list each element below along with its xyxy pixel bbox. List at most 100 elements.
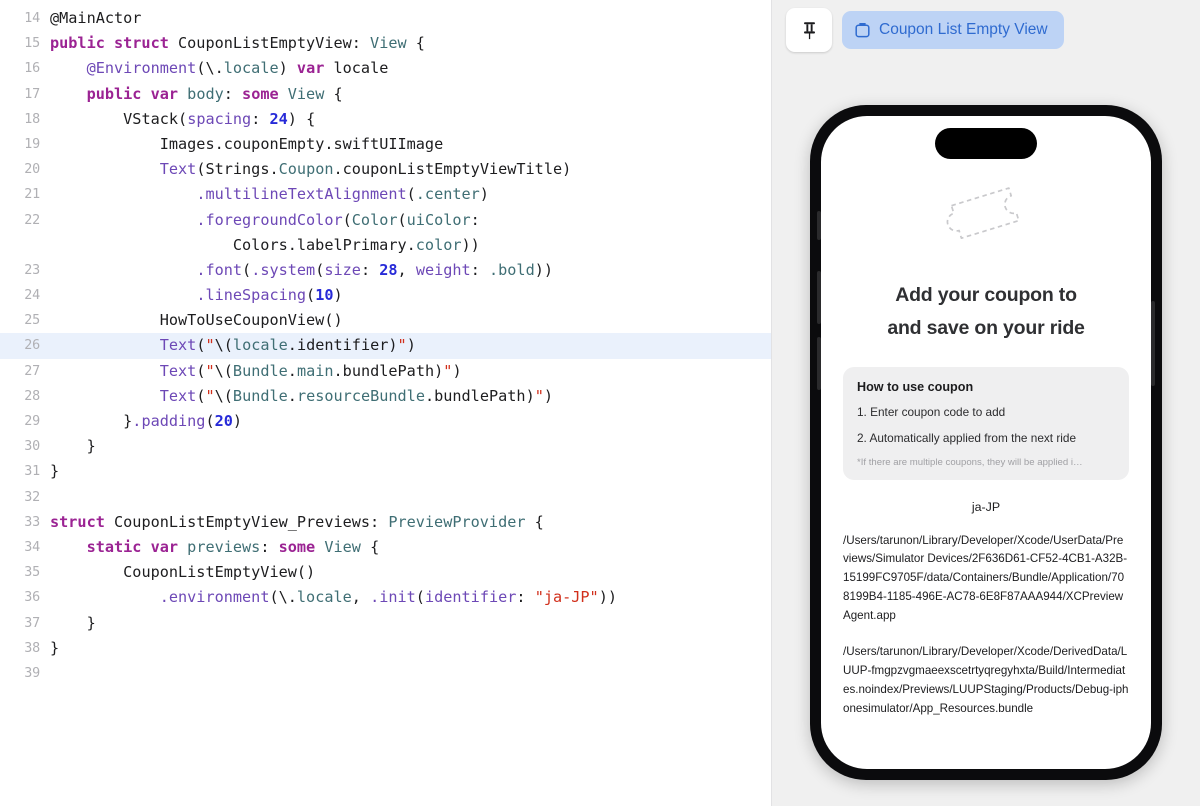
line-number: 32 bbox=[24, 489, 40, 505]
code-text: Colors.labelPrimary.color)) bbox=[232, 235, 480, 254]
code-line[interactable]: 36 .environment(\.locale, .init(identifi… bbox=[0, 585, 771, 610]
code-lines[interactable]: 14 @MainActor 15 public struct CouponListEm… bbox=[0, 6, 771, 686]
code-line[interactable]: 28 Text("\(Bundle.resourceBundle.bundleP… bbox=[0, 384, 771, 409]
line-number: 31 bbox=[24, 464, 40, 480]
code-line[interactable]: 39 bbox=[0, 661, 771, 686]
empty-state-title: Add your coupon to and save on your ride bbox=[887, 279, 1085, 345]
code-text: Text(Strings.Coupon.couponListEmptyViewT… bbox=[159, 160, 572, 179]
bundle-main-path-text: /Users/tarunon/Library/Developer/Xcode/U… bbox=[843, 533, 1128, 622]
line-number: 38 bbox=[24, 640, 40, 656]
line-number: 25 bbox=[24, 313, 40, 329]
code-text: @MainActor bbox=[50, 9, 142, 27]
line-number: 30 bbox=[24, 439, 40, 455]
code-text: CouponListEmptyView() bbox=[123, 563, 316, 582]
code-line[interactable]: 22 .foregroundColor(Color(uiColor: bbox=[0, 208, 771, 233]
code-line[interactable]: 18 VStack(spacing: 24) { bbox=[0, 107, 771, 132]
preview-toolbar: Coupon List Empty View bbox=[786, 8, 1064, 52]
xcode-preview-window: 14 @MainActor 15 public struct CouponListEm… bbox=[0, 0, 1200, 806]
line-number: 24 bbox=[24, 288, 40, 304]
code-text: VStack(spacing: 24) { bbox=[123, 109, 316, 128]
how-to-use-coupon-title: How to use coupon bbox=[857, 379, 974, 394]
line-number: 37 bbox=[24, 615, 40, 631]
code-line[interactable]: 16 @Environment(\.locale) var locale bbox=[0, 56, 771, 81]
code-text: .font(.system(size: 28, weight: .bold)) bbox=[196, 260, 554, 279]
code-line[interactable]: 35 CouponListEmptyView() bbox=[0, 560, 771, 585]
line-number: 28 bbox=[24, 388, 40, 404]
code-text: .environment(\.locale, .init(identifier:… bbox=[159, 588, 617, 607]
line-number: 17 bbox=[24, 86, 40, 102]
line-number: 14 bbox=[24, 11, 40, 26]
how-to-use-coupon-step-2: 2. Automatically applied from the next r… bbox=[857, 430, 1077, 445]
code-line[interactable]: 30 } bbox=[0, 434, 771, 459]
iphone-frame: Add your coupon to and save on your ride… bbox=[810, 105, 1162, 780]
code-line[interactable]: 27 Text("\(Bundle.main.bundlePath)") bbox=[0, 359, 771, 384]
code-text: struct CouponListEmptyView_Previews: Pre… bbox=[50, 512, 544, 531]
code-text: Text("\(locale.identifier)") bbox=[159, 336, 416, 355]
code-text: } bbox=[50, 462, 60, 481]
code-line[interactable]: 21 .multilineTextAlignment(.center) bbox=[0, 182, 771, 207]
code-text: Text("\(Bundle.main.bundlePath)") bbox=[159, 361, 462, 380]
code-line[interactable]: 23 .font(.system(size: 28, weight: .bold… bbox=[0, 258, 771, 283]
preview-tab-label: Coupon List Empty View bbox=[879, 21, 1048, 38]
line-number: 27 bbox=[24, 363, 40, 379]
code-text: static var previews: some View { bbox=[86, 537, 380, 556]
line-number: 15 bbox=[24, 36, 40, 52]
code-text: .multilineTextAlignment(.center) bbox=[196, 185, 489, 204]
code-text: Text("\(Bundle.resourceBundle.bundlePath… bbox=[159, 386, 554, 405]
code-text: } bbox=[50, 613, 96, 632]
code-line[interactable]: Colors.labelPrimary.color)) bbox=[0, 233, 771, 258]
how-to-use-coupon-note: *If there are multiple coupons, they wil… bbox=[857, 456, 1083, 468]
line-number: 29 bbox=[24, 414, 40, 429]
code-text: } bbox=[50, 437, 96, 456]
code-line[interactable]: 38} bbox=[0, 636, 771, 661]
coupon-list-empty-view: Add your coupon to and save on your ride… bbox=[821, 116, 1151, 769]
code-text: .foregroundColor(Color(uiColor: bbox=[196, 210, 480, 229]
line-number: 33 bbox=[24, 514, 40, 530]
preview-canvas[interactable]: Coupon List Empty View Add your coupon t… bbox=[772, 0, 1200, 806]
code-line[interactable]: 15 public struct CouponListEmptyView: Vie… bbox=[0, 31, 771, 56]
code-line[interactable]: 24 .lineSpacing(10) bbox=[0, 283, 771, 308]
line-number: 21 bbox=[24, 187, 40, 203]
code-line[interactable]: 25 HowToUseCouponView() bbox=[0, 308, 771, 333]
line-number: 19 bbox=[24, 136, 40, 152]
bundle-resource-path-text: /Users/tarunon/Library/Developer/Xcode/D… bbox=[843, 645, 1129, 715]
code-line[interactable]: 20 Text(Strings.Coupon.couponListEmptyVi… bbox=[0, 157, 771, 182]
code-line[interactable]: 26 Text("\(locale.identifier)") bbox=[0, 333, 771, 359]
line-number: 20 bbox=[24, 162, 40, 178]
line-number: 34 bbox=[24, 539, 40, 555]
code-line[interactable]: 33 struct CouponListEmptyView_Previews: P… bbox=[0, 510, 771, 535]
empty-state-title-line1: Add your coupon to bbox=[895, 284, 1077, 306]
empty-state-title-line2: and save on your ride bbox=[887, 316, 1085, 339]
how-to-use-coupon-card: How to use coupon 1. Enter coupon code t… bbox=[843, 366, 1129, 480]
code-line[interactable]: 32 bbox=[0, 485, 771, 510]
power-button bbox=[1151, 301, 1155, 386]
device-screen[interactable]: Add your coupon to and save on your ride… bbox=[821, 116, 1151, 769]
line-number: 18 bbox=[24, 111, 40, 127]
code-text: public var body: some View { bbox=[86, 84, 343, 103]
line-number: 36 bbox=[24, 590, 40, 606]
pin-button[interactable] bbox=[786, 8, 832, 52]
line-number: 35 bbox=[24, 565, 40, 581]
code-line[interactable]: 37 } bbox=[0, 611, 771, 636]
device-preview[interactable]: Add your coupon to and save on your ride… bbox=[798, 105, 1174, 785]
line-number: 16 bbox=[24, 61, 40, 77]
how-to-use-coupon-step-1: 1. Enter coupon code to add bbox=[857, 404, 1006, 419]
locale-identifier-text: ja-JP bbox=[971, 499, 1001, 514]
code-line[interactable]: 29 }.padding(20) bbox=[0, 409, 771, 434]
preview-tab-coupon-list-empty-view[interactable]: Coupon List Empty View bbox=[842, 11, 1064, 49]
code-line[interactable]: 19 Images.couponEmpty.swiftUIImage bbox=[0, 132, 771, 157]
code-line[interactable]: 14 @MainActor bbox=[0, 6, 771, 31]
code-line[interactable]: 31} bbox=[0, 459, 771, 484]
code-text: Images.couponEmpty.swiftUIImage bbox=[159, 134, 444, 153]
code-text: HowToUseCouponView() bbox=[159, 311, 343, 330]
line-number: 23 bbox=[24, 262, 40, 278]
code-line[interactable]: 17 public var body: some View { bbox=[0, 82, 771, 107]
device-icon bbox=[855, 23, 870, 38]
code-text: @Environment(\.locale) var locale bbox=[86, 59, 389, 78]
pin-icon bbox=[803, 21, 815, 39]
line-number: 26 bbox=[24, 338, 40, 354]
code-line[interactable]: 34 static var previews: some View { bbox=[0, 535, 771, 560]
code-editor[interactable]: 14 @MainActor 15 public struct CouponListEm… bbox=[0, 0, 772, 806]
code-text: .lineSpacing(10) bbox=[196, 286, 343, 305]
line-number: 39 bbox=[24, 665, 40, 681]
